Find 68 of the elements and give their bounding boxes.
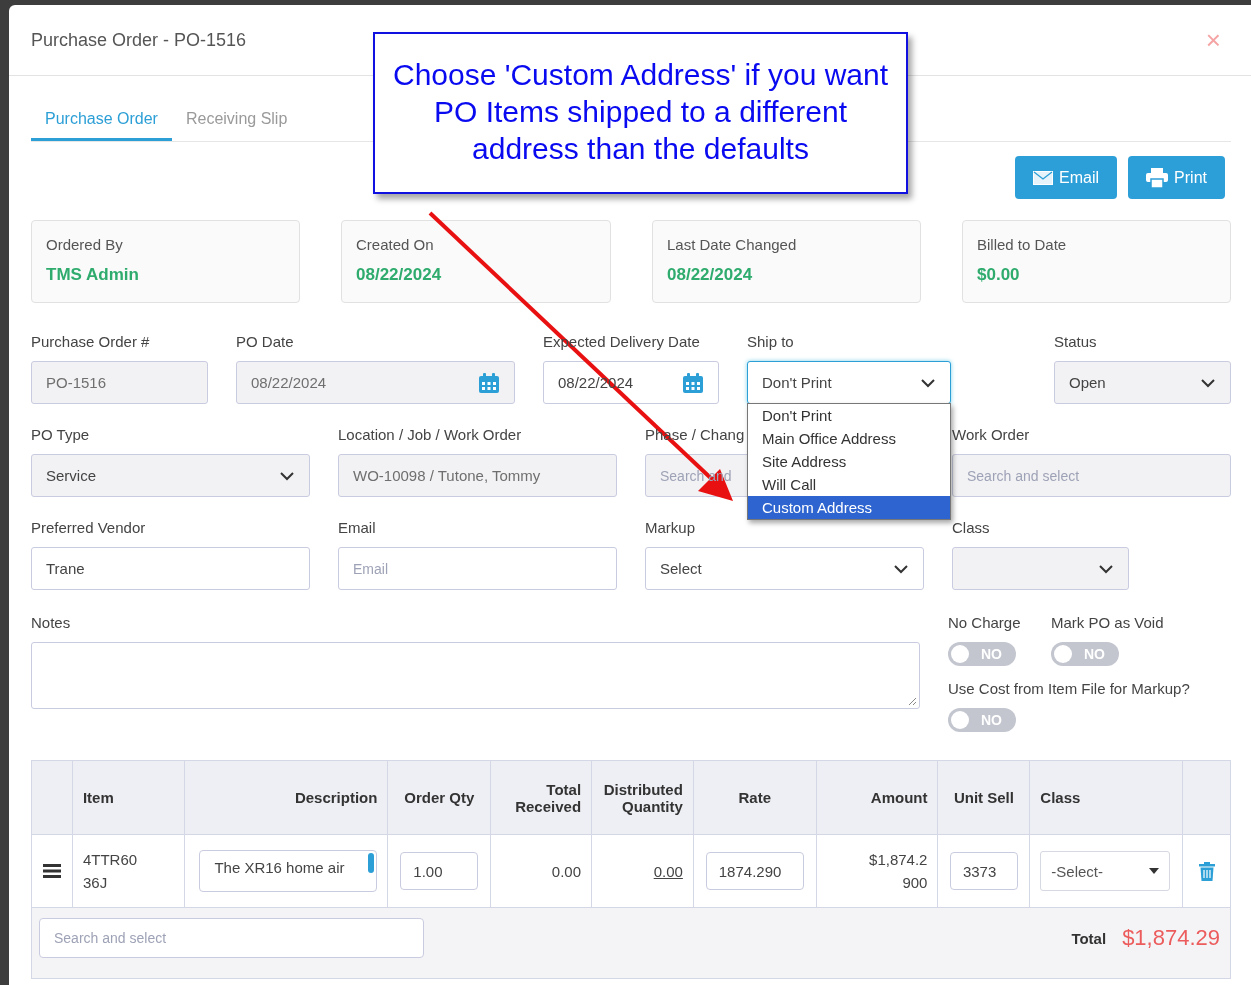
total-label: Total xyxy=(1071,929,1107,947)
dropdown-option[interactable]: Don't Print xyxy=(748,404,950,427)
toggle-label: No Charge xyxy=(948,614,1021,632)
class-select[interactable]: -Select- xyxy=(1040,851,1171,891)
column-header: Class xyxy=(1030,761,1184,834)
field-label: Work Order xyxy=(952,426,1030,444)
field-label: Preferred Vendor xyxy=(31,519,146,537)
chevron-icon xyxy=(1200,377,1216,388)
notes-field[interactable] xyxy=(31,642,920,709)
column-header: Amount xyxy=(816,761,939,834)
field-label: Purchase Order # xyxy=(31,333,150,351)
column-header: Distributed Quantity xyxy=(592,761,694,834)
field-label: Class xyxy=(952,519,990,537)
rate-field[interactable]: 1874.290 xyxy=(705,852,804,890)
dropdown-option[interactable]: Custom Address xyxy=(748,496,950,519)
chevron-icon xyxy=(920,377,936,388)
chevron-icon xyxy=(1098,563,1114,574)
table-cell-text: $1,874.2900 xyxy=(868,850,928,893)
field-label: Notes xyxy=(31,614,71,632)
chevron-icon xyxy=(279,470,295,481)
card-value: 08/22/2024 xyxy=(356,265,443,285)
select-field[interactable]: Don't Print xyxy=(747,361,951,404)
dropdown-option[interactable]: Will Call xyxy=(748,473,950,496)
table-cell-text: 4TTR6036J xyxy=(82,850,139,893)
card-value: 08/22/2024 xyxy=(667,265,754,285)
toggle-label: Use Cost from Item File for Markup? xyxy=(948,680,1190,698)
field-label: Ship to xyxy=(747,333,794,351)
chevron-icon xyxy=(893,563,909,574)
card-value: $0.00 xyxy=(977,265,1021,285)
resize-grip-icon xyxy=(907,696,917,706)
field-label: Markup xyxy=(645,519,696,537)
input-field[interactable]: Trane xyxy=(31,547,310,590)
card-label: Created On xyxy=(356,236,435,253)
card-value: TMS Admin xyxy=(46,265,140,285)
card-label: Ordered By xyxy=(46,236,124,253)
field-label: PO Type xyxy=(31,426,90,444)
toggle-label: Mark PO as Void xyxy=(1051,614,1164,632)
card-label: Last Date Changed xyxy=(667,236,798,253)
description-field[interactable]: The XR16 home air xyxy=(199,850,378,892)
dropdown-option[interactable]: Main Office Address xyxy=(748,427,950,450)
field-label: Status xyxy=(1054,333,1097,351)
column-header: Total Received xyxy=(491,761,593,834)
qty-field[interactable]: 1.00 xyxy=(400,852,479,890)
drag-handle-icon xyxy=(42,864,61,878)
field-label: Location / Job / Work Order xyxy=(338,426,522,444)
callout-note: Choose 'Custom Address' if you want PO Items shipped to a different address than the defaults xyxy=(373,32,908,194)
column-header: Order Qty xyxy=(388,761,492,834)
select-field[interactable]: Select xyxy=(645,547,924,590)
dialog-title: Purchase Order - PO-1516 xyxy=(31,29,247,51)
column-header: Rate xyxy=(693,761,817,834)
column-header: Unit Sell xyxy=(938,761,1031,834)
delete-button[interactable] xyxy=(1198,861,1215,881)
card-label: Billed to Date xyxy=(977,236,1068,253)
column-header: Description xyxy=(184,761,389,834)
envelope-icon xyxy=(1033,170,1054,185)
caret-icon xyxy=(1149,868,1160,874)
table-cell: 0.00 xyxy=(551,862,582,880)
printer-icon xyxy=(1146,167,1169,188)
total-value: $1,874.29 xyxy=(1122,925,1220,951)
trash-icon xyxy=(1198,861,1215,881)
field-label: Email xyxy=(338,519,376,537)
column-header: Item xyxy=(72,761,185,834)
calendar-icon xyxy=(478,371,500,394)
unit-sell-field[interactable]: 3373 xyxy=(949,852,1018,890)
quantity-link[interactable]: 0.00 xyxy=(653,862,683,880)
dropdown-option[interactable]: Site Address xyxy=(748,450,950,473)
calendar-icon xyxy=(682,371,704,394)
field-label: PO Date xyxy=(236,333,294,351)
